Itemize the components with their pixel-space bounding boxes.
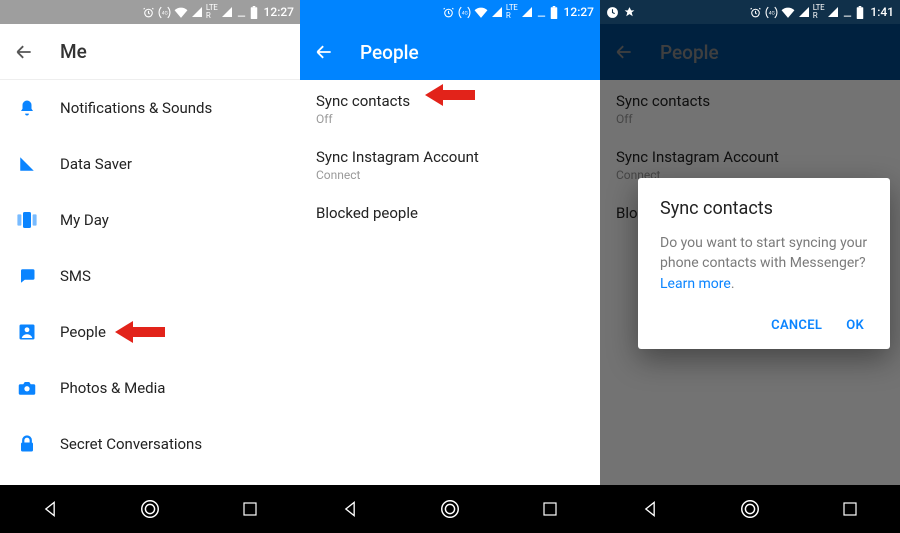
- phone-screen-1: 4G LTER 12:27 Me Notifications & Sounds …: [0, 0, 300, 533]
- people-item-sync-contacts[interactable]: Sync contacts Off: [300, 80, 600, 136]
- settings-item-secret[interactable]: Secret Conversations: [0, 416, 300, 472]
- clock: 1:41: [870, 5, 894, 19]
- battery-icon: [250, 6, 258, 19]
- clock: 12:27: [564, 5, 594, 19]
- nav-bar: [300, 485, 600, 533]
- app-header: Me: [0, 24, 300, 80]
- signal-icon: [798, 6, 810, 18]
- download-icon: [536, 6, 547, 18]
- people-item-sub: Off: [316, 112, 584, 126]
- settings-item-label: Secret Conversations: [60, 435, 202, 453]
- people-item-label: Sync Instagram Account: [316, 148, 584, 166]
- story-icon: [16, 209, 38, 231]
- sync-contacts-dialog: Sync contacts Do you want to start synci…: [638, 178, 890, 349]
- nav-bar: [600, 485, 900, 533]
- cancel-button[interactable]: CANCEL: [771, 318, 822, 333]
- download-icon: [236, 6, 247, 18]
- nav-recent-button[interactable]: [238, 497, 262, 521]
- settings-item-photos-media[interactable]: Photos & Media: [0, 360, 300, 416]
- svg-text:4G: 4G: [462, 10, 468, 16]
- battery-icon: [550, 6, 558, 19]
- settings-item-label: SMS: [60, 267, 91, 285]
- signal-icon-2: [221, 6, 233, 18]
- settings-item-notifications[interactable]: Notifications & Sounds: [0, 80, 300, 136]
- download-icon: [842, 6, 853, 18]
- nav-home-button[interactable]: [138, 497, 162, 521]
- nav-recent-button[interactable]: [538, 497, 562, 521]
- page-title: Me: [60, 40, 87, 63]
- settings-item-my-day[interactable]: My Day: [0, 192, 300, 248]
- app-notif-icon-2: [623, 6, 636, 19]
- people-item-label: Blocked people: [316, 204, 584, 222]
- signal-icon-2: [827, 6, 839, 18]
- wifi-icon: [174, 6, 188, 18]
- page-title: People: [360, 41, 419, 64]
- people-list: Sync contacts Off Sync Instagram Account…: [300, 80, 600, 485]
- phone-4g-icon: 4G: [158, 6, 171, 19]
- signal-icon: [491, 6, 503, 18]
- status-bar: 4G LTER 12:27: [300, 0, 600, 24]
- phone-screen-3: 4G LTER 1:41 People Sync contacts Off Sy…: [600, 0, 900, 533]
- settings-item-label: Data Saver: [60, 155, 132, 173]
- phone-4g-icon: 4G: [765, 6, 778, 19]
- settings-item-label: Notifications & Sounds: [60, 99, 212, 117]
- lte-indicator: LTER: [813, 4, 825, 20]
- settings-item-label: Photos & Media: [60, 379, 165, 397]
- alarm-icon: [142, 6, 155, 19]
- camera-icon: [16, 377, 38, 399]
- wifi-icon: [474, 6, 488, 18]
- people-item-label: Sync contacts: [316, 92, 584, 110]
- svg-text:4G: 4G: [162, 10, 168, 16]
- status-bar: 4G LTER 12:27: [0, 0, 300, 24]
- app-header: People: [300, 24, 600, 80]
- alarm-icon: [442, 6, 455, 19]
- lock-icon: [16, 433, 38, 455]
- settings-item-people[interactable]: People: [0, 304, 300, 360]
- settings-item-data-saver[interactable]: Data Saver: [0, 136, 300, 192]
- back-button[interactable]: [12, 40, 36, 64]
- dialog-title: Sync contacts: [660, 198, 868, 219]
- person-icon: [16, 321, 38, 343]
- nav-bar: [0, 485, 300, 533]
- settings-item-label: My Day: [60, 211, 109, 229]
- lte-indicator: LTER: [206, 4, 218, 20]
- app-notif-icon-1: [606, 6, 619, 19]
- learn-more-link[interactable]: Learn more: [660, 276, 731, 292]
- battery-icon: [856, 6, 864, 19]
- people-item-sub: Connect: [316, 168, 584, 182]
- settings-list: Notifications & Sounds Data Saver My Day…: [0, 80, 300, 485]
- svg-text:4G: 4G: [769, 10, 775, 16]
- ok-button[interactable]: OK: [846, 318, 864, 333]
- status-bar: 4G LTER 1:41: [600, 0, 900, 24]
- signal-icon: [191, 6, 203, 18]
- nav-home-button[interactable]: [738, 497, 762, 521]
- settings-item-label: People: [60, 323, 106, 341]
- nav-back-button[interactable]: [338, 497, 362, 521]
- bell-icon: [16, 97, 38, 119]
- nav-back-button[interactable]: [38, 497, 62, 521]
- annotation-arrow-icon: [115, 321, 165, 343]
- people-item-blocked[interactable]: Blocked people: [300, 192, 600, 232]
- settings-item-sms[interactable]: SMS: [0, 248, 300, 304]
- chat-icon: [16, 265, 38, 287]
- dialog-body: Do you want to start syncing your phone …: [660, 233, 868, 294]
- lte-indicator: LTER: [506, 4, 518, 20]
- nav-recent-button[interactable]: [838, 497, 862, 521]
- wifi-icon: [781, 6, 795, 18]
- people-item-sync-instagram[interactable]: Sync Instagram Account Connect: [300, 136, 600, 192]
- back-button[interactable]: [312, 40, 336, 64]
- nav-home-button[interactable]: [438, 497, 462, 521]
- signal-icon-2: [521, 6, 533, 18]
- nav-back-button[interactable]: [638, 497, 662, 521]
- clock: 12:27: [264, 5, 294, 19]
- alarm-icon: [749, 6, 762, 19]
- phone-4g-icon: 4G: [458, 6, 471, 19]
- signal-icon: [16, 153, 38, 175]
- phone-screen-2: 4G LTER 12:27 People Sync contacts Off S…: [300, 0, 600, 533]
